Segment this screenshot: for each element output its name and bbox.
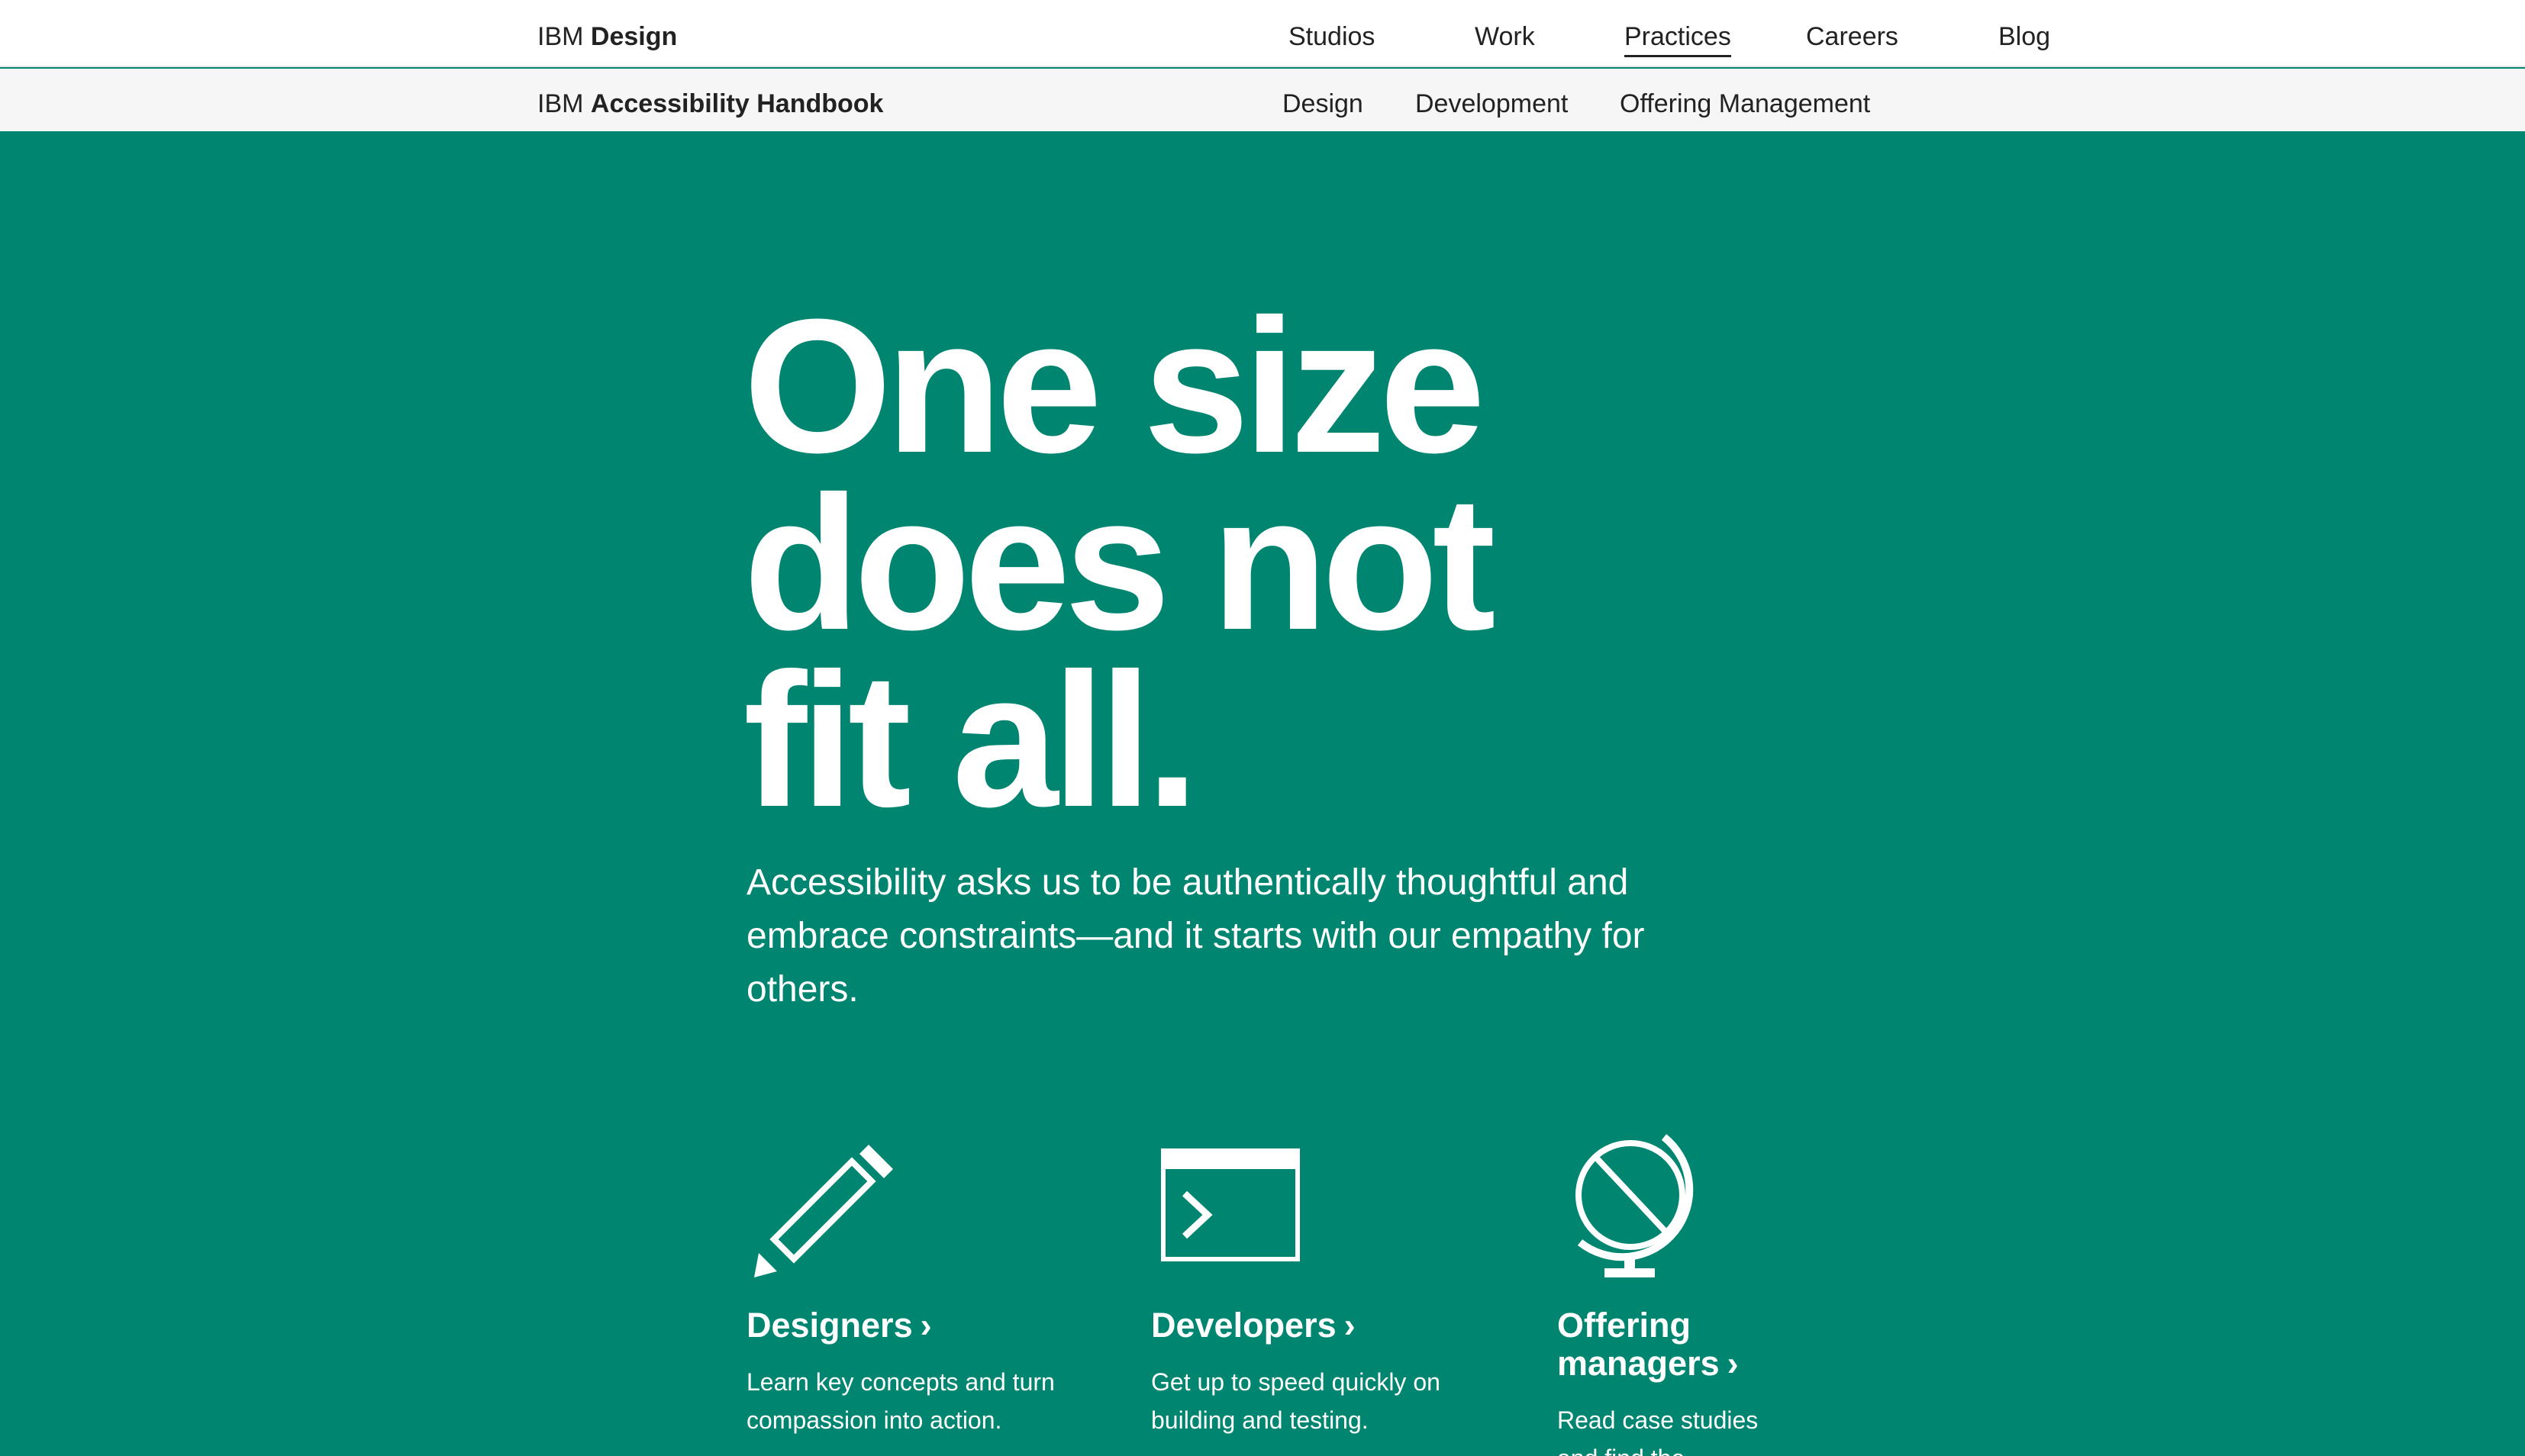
hero-subtitle: Accessibility asks us to be authenticall…	[747, 862, 1645, 1010]
subbrand-prefix: IBM	[537, 89, 584, 118]
subbrand-name: Accessibility Handbook	[590, 89, 884, 118]
developers-description: Get up to speed quickly on building and …	[1151, 1368, 1440, 1434]
globe-icon	[1575, 1134, 1694, 1277]
nav-careers[interactable]: Careers	[1806, 20, 1898, 53]
designers-link[interactable]: Designers ›	[747, 1306, 932, 1345]
brand-name: Design	[590, 22, 678, 51]
hero-title-line-1: One size	[743, 279, 1485, 492]
offering-managers-link[interactable]: Offering managers ›	[1557, 1306, 1739, 1383]
terminal-icon	[1161, 1148, 1300, 1261]
chevron-right-icon: ›	[1727, 1344, 1739, 1383]
hero-title-line-2: does not	[743, 456, 1496, 669]
developers-title: Developers	[1151, 1306, 1337, 1345]
subnav-development[interactable]: Development	[1415, 87, 1568, 121]
ibm-design-logo[interactable]: IBM Design	[537, 20, 677, 53]
handbook-title[interactable]: IBM Accessibility Handbook	[537, 87, 883, 121]
subnav-design[interactable]: Design	[1282, 87, 1363, 121]
offering-managers-description: Read case studies and find the	[1557, 1406, 1759, 1456]
offering-managers-title-line-1: Offering	[1557, 1306, 1691, 1345]
offering-managers-title-line-2: managers	[1557, 1344, 1720, 1383]
nav-practices[interactable]: Practices	[1624, 20, 1731, 57]
developers-link[interactable]: Developers ›	[1151, 1306, 1356, 1345]
hero-title-line-3: fit all.	[743, 633, 1199, 846]
handbook-sub-navigation: IBM Accessibility Handbook Design Develo…	[0, 69, 2525, 134]
top-navigation-bar: IBM Design Studios Work Practices Career…	[0, 0, 2525, 67]
chevron-right-icon: ›	[1343, 1306, 1356, 1345]
hero-title: One size does not fit all.	[743, 279, 1736, 846]
nav-blog[interactable]: Blog	[1998, 20, 2050, 53]
chevron-right-icon: ›	[920, 1306, 932, 1345]
subnav-offering-management[interactable]: Offering Management	[1620, 87, 1870, 121]
brand-prefix: IBM	[537, 22, 584, 51]
designers-title: Designers	[747, 1306, 913, 1345]
nav-studios[interactable]: Studios	[1288, 20, 1375, 53]
designers-description: Learn key concepts and turn compassion i…	[747, 1368, 1055, 1434]
nav-work[interactable]: Work	[1475, 20, 1535, 53]
pencil-icon	[754, 1145, 893, 1277]
